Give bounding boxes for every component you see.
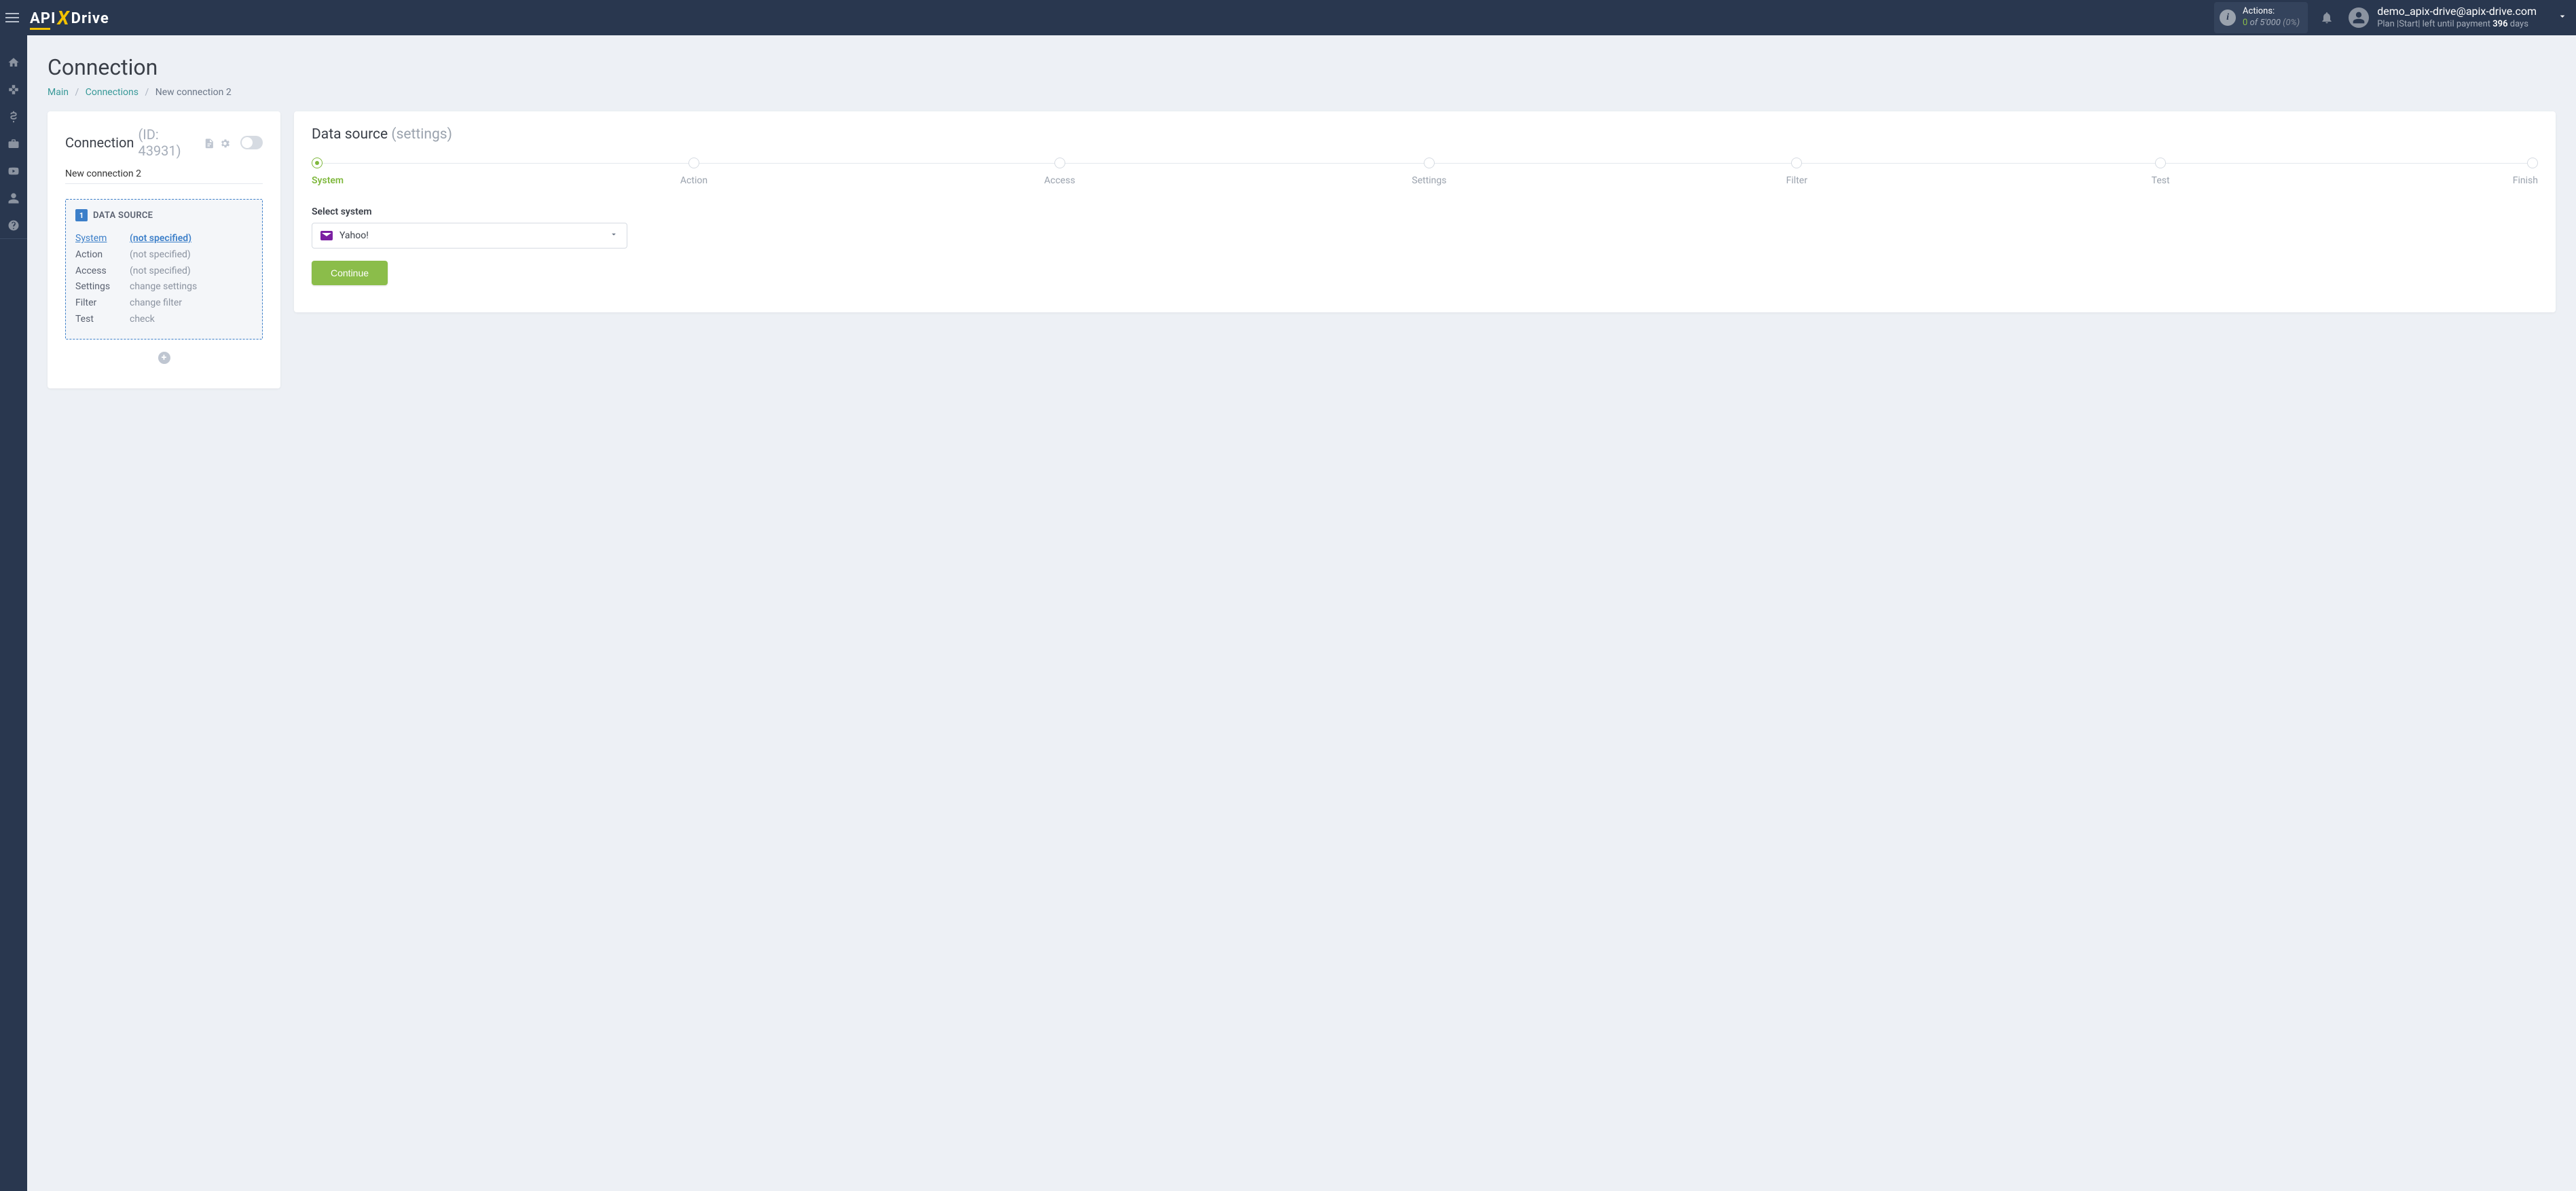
data-source-settings: Data source (settings) System Action Acces… (294, 111, 2556, 312)
sidebar-connections[interactable] (0, 76, 27, 103)
source-row-value: (not specified) (130, 231, 191, 247)
step-system[interactable]: System (312, 158, 344, 186)
breadcrumb-connections[interactable]: Connections (86, 87, 139, 98)
app-header: APIXDrive i Actions: 0 of 5'000 (0%) dem… (0, 0, 2576, 35)
logo[interactable]: APIXDrive (30, 5, 109, 30)
step-label: Settings (1412, 175, 1446, 186)
user-plan: Plan |Start| left until payment 396 days (2377, 19, 2537, 31)
step-dot (2527, 158, 2538, 168)
step-finish[interactable]: Finish (2511, 158, 2538, 186)
step-filter[interactable]: Filter (1783, 158, 1810, 186)
source-row-action[interactable]: Action(not specified) (75, 247, 253, 263)
add-destination-button[interactable]: + (158, 352, 170, 364)
sidebar-help[interactable] (0, 212, 27, 239)
source-row-value: (not specified) (130, 247, 191, 263)
step-settings[interactable]: Settings (1412, 158, 1446, 186)
conn-id: (ID: 43931) (138, 126, 200, 159)
actions-pct: (0%) (2283, 18, 2300, 28)
source-row-key: System (75, 231, 130, 247)
conn-title: Connection (65, 134, 134, 151)
box-title: DATA SOURCE (93, 210, 153, 221)
sidebar-billing[interactable] (0, 103, 27, 130)
breadcrumb-current: New connection 2 (155, 87, 232, 98)
sidebar-tools[interactable] (0, 130, 27, 158)
step-dot (1054, 158, 1065, 168)
user-menu[interactable]: demo_apix-drive@apix-drive.com Plan |Sta… (2377, 5, 2537, 31)
source-row-key: Access (75, 263, 130, 280)
step-dot (1791, 158, 1802, 168)
step-label: Test (2152, 175, 2170, 186)
info-icon: i (2220, 10, 2236, 26)
step-action[interactable]: Action (680, 158, 707, 186)
source-row-value: change filter (130, 295, 182, 312)
actions-label: Actions: (2243, 6, 2300, 18)
yahoo-icon (320, 231, 333, 240)
source-row-settings[interactable]: Settingschange settings (75, 279, 253, 295)
step-label: Finish (2513, 175, 2538, 186)
source-row-value: change settings (130, 279, 197, 295)
breadcrumb-main[interactable]: Main (48, 87, 69, 98)
chevron-down-icon[interactable] (2537, 11, 2568, 24)
menu-toggle[interactable] (5, 10, 22, 26)
step-dot (688, 158, 699, 168)
sidebar-home[interactable] (0, 49, 27, 76)
ds-title-sub: (settings) (391, 126, 452, 143)
ds-title-main: Data source (312, 126, 388, 143)
page-title: Connection (48, 54, 2556, 80)
source-row-filter[interactable]: Filterchange filter (75, 295, 253, 312)
system-select-value: Yahoo! (339, 230, 369, 241)
actions-count: 0 (2243, 18, 2247, 28)
step-test[interactable]: Test (2147, 158, 2174, 186)
step-label: Action (680, 175, 707, 186)
main-content: Connection Main / Connections / New conn… (27, 35, 2576, 407)
source-row-key: Test (75, 312, 130, 328)
enable-toggle[interactable] (240, 136, 263, 149)
source-row-system[interactable]: System(not specified) (75, 231, 253, 247)
step-label: System (312, 175, 344, 186)
breadcrumb: Main / Connections / New connection 2 (48, 87, 2556, 98)
connection-name[interactable]: New connection 2 (65, 166, 263, 184)
source-row-access[interactable]: Access(not specified) (75, 263, 253, 280)
left-sidebar (0, 35, 27, 1191)
select-system-label: Select system (312, 206, 2538, 217)
source-row-key: Action (75, 247, 130, 263)
source-row-key: Settings (75, 279, 130, 295)
step-label: Access (1044, 175, 1075, 186)
step-badge: 1 (75, 209, 88, 221)
sidebar-account[interactable] (0, 185, 27, 212)
step-dot (312, 158, 323, 168)
actions-counter[interactable]: i Actions: 0 of 5'000 (0%) (2214, 2, 2308, 33)
gear-icon[interactable] (219, 136, 231, 149)
step-dot (1424, 158, 1435, 168)
source-row-key: Filter (75, 295, 130, 312)
source-row-value: (not specified) (130, 263, 191, 280)
stepper: System Action Access Settings Filter Test Fini… (312, 158, 2538, 186)
continue-button[interactable]: Continue (312, 261, 388, 285)
sidebar-video[interactable] (0, 158, 27, 185)
step-label: Filter (1786, 175, 1807, 186)
avatar-icon[interactable] (2349, 7, 2369, 28)
user-email: demo_apix-drive@apix-drive.com (2377, 5, 2537, 19)
source-row-value: check (130, 312, 155, 328)
chevron-down-icon (609, 230, 619, 242)
source-row-test[interactable]: Testcheck (75, 312, 253, 328)
step-dot (2155, 158, 2166, 168)
step-access[interactable]: Access (1044, 158, 1075, 186)
connection-panel: Connection (ID: 43931) New connection 2 … (48, 111, 280, 388)
system-select[interactable]: Yahoo! (312, 223, 627, 249)
notifications-icon[interactable] (2320, 11, 2334, 24)
data-source-box: 1 DATA SOURCE System(not specified)Actio… (65, 199, 263, 340)
notes-icon[interactable] (204, 136, 215, 149)
